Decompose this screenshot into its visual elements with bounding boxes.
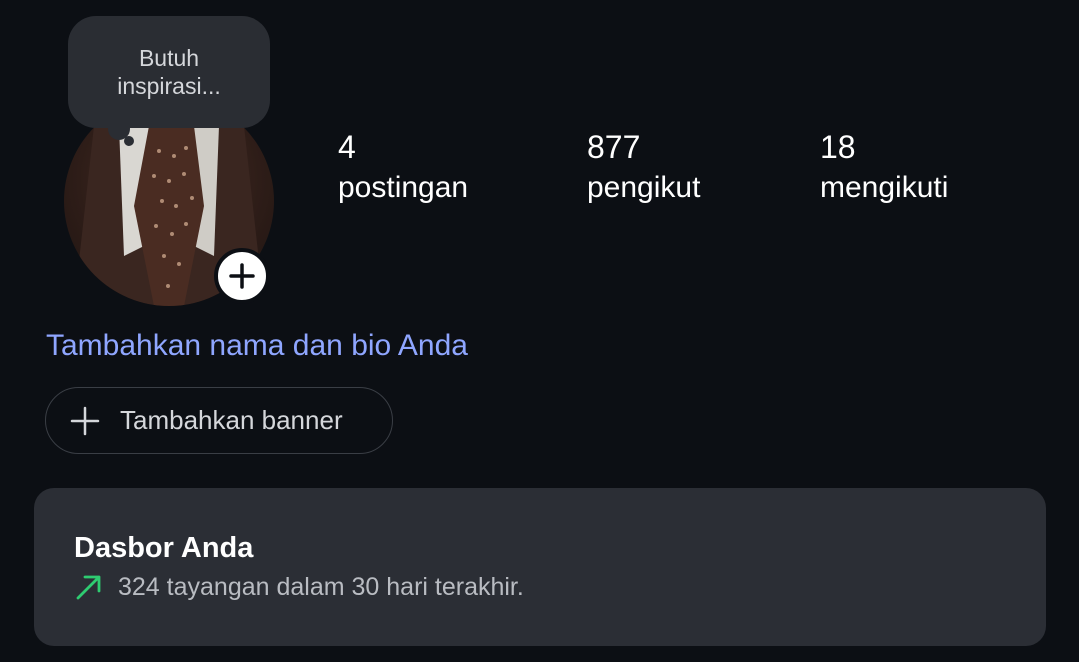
posts-label: postingan: [338, 171, 469, 204]
add-banner-label: Tambahkan banner: [120, 405, 343, 435]
note-text: Butuh inspirasi...: [117, 45, 221, 99]
following-label: mengikuti: [820, 171, 949, 204]
dashboard-card[interactable]: Dasbor Anda 324 tayangan dalam 30 hari t…: [34, 488, 1046, 646]
plus-icon: [229, 263, 255, 289]
note-bubble-tail-dot: [124, 136, 134, 146]
trending-up-arrow-icon: [76, 575, 101, 600]
dashboard-views-text: 324 tayangan dalam 30 hari terakhir.: [118, 572, 524, 601]
note-bubble[interactable]: Butuh inspirasi...: [68, 16, 270, 128]
add-bio-link[interactable]: Tambahkan nama dan bio Anda: [46, 326, 468, 366]
followers-stat[interactable]: 877 pengikut: [587, 128, 700, 210]
add-banner-button[interactable]: Tambahkan banner: [45, 387, 393, 454]
add-story-button[interactable]: [214, 248, 270, 304]
dashboard-title: Dasbor Anda: [74, 532, 254, 564]
profile-page: Butuh inspirasi... 4 postingan 877 pengi…: [0, 0, 1079, 662]
followers-label: pengikut: [587, 171, 701, 204]
followers-count: 877: [587, 129, 641, 165]
plus-icon: [70, 406, 100, 435]
following-stat[interactable]: 18 mengikuti: [820, 128, 948, 210]
following-count: 18: [820, 129, 856, 165]
posts-count: 4: [338, 129, 356, 165]
posts-stat[interactable]: 4 postingan: [338, 128, 468, 210]
dashboard-views-row: 324 tayangan dalam 30 hari terakhir.: [74, 572, 524, 602]
